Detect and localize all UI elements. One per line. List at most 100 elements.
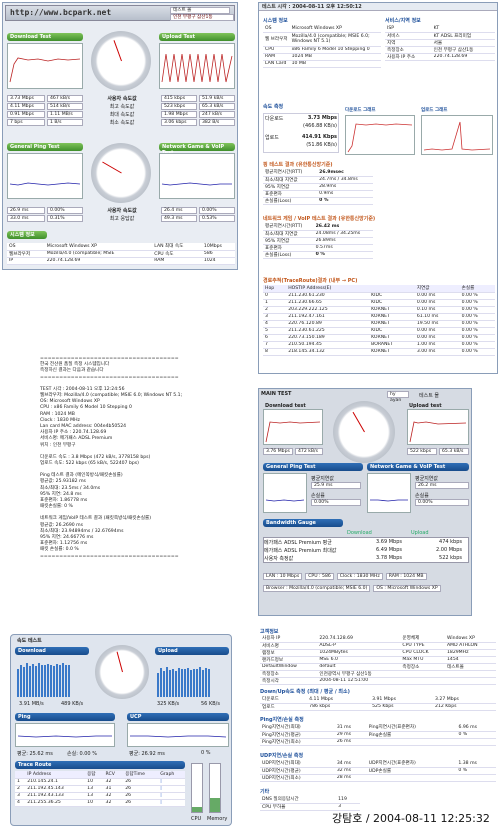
hop-n: 3 (263, 313, 287, 321)
hop-n: 0 (263, 292, 287, 300)
rs-ul-val: 414.91 Kbps (301, 134, 337, 140)
br-ping-v: 6.96 ms (456, 724, 496, 732)
hop-head-ip: HOSTIP Address(E) (286, 285, 370, 293)
bar (208, 669, 210, 697)
mr-sysbar: LAN : 10 Mbps CPU : 586 Clock : 1830 MHz… (263, 573, 469, 580)
br-ping-v: 26 ms (334, 738, 367, 746)
bl-upload-header: Upload (155, 647, 229, 655)
mr-ul-val: 522 kbps (407, 448, 437, 455)
br-sys-v: 1024MBytes (317, 649, 401, 657)
ri-place-label: 측정장소 (385, 46, 432, 54)
bar (35, 666, 37, 697)
browser-bar: http://www.bcpark.net 테스트 몰 인천 부평구 삼산1동 (5, 5, 235, 21)
rv-minmax: 24.08ms / 34.25ms (313, 230, 373, 238)
mr-os: OS : Microsoft Windows XP (373, 585, 441, 592)
tr-n: 3 (15, 792, 26, 800)
ri-svc: KT ADSL 프리미엄 (431, 32, 495, 40)
mr-dl-val: 3.76 Mbps (263, 448, 293, 455)
table-row: 6 220.73.150.189 KORNET 0.00 ms 0.00 % (263, 334, 495, 342)
upload-chart (159, 43, 235, 89)
tr-resp: 10 (85, 799, 104, 807)
mr-game-chart (367, 473, 411, 513)
hop-isp: KIDC (369, 299, 415, 307)
mr-ul-chart (407, 409, 469, 445)
br-sys-v: 2004-08-11 12:51:00 (317, 677, 401, 685)
rs-cpu-label: CPU (263, 46, 290, 54)
br-ping-v: 0 % (456, 731, 496, 739)
dl-max-label: 최고 속도값 (109, 104, 135, 110)
main-test-tab[interactable]: MAIN TEST (261, 391, 291, 397)
download-gauge (91, 31, 151, 91)
hop-title: 경로추적(TraceRoute)결과 (내부 → PC) (263, 278, 358, 284)
hop-isp: KORNET (369, 320, 415, 328)
tr-rcv: 31 (103, 785, 124, 793)
rs-cpu: x86 Family 6 Model 10 Stepping 0 (289, 46, 381, 54)
bar (181, 669, 183, 697)
table-row: 8 218.145.34.132 KORNET 3.00 ms 0.00 % (263, 348, 495, 356)
hop-ip: 211.230.61.230 (286, 292, 370, 300)
br-sys-k: 측정장소 (260, 670, 318, 678)
bar (193, 668, 195, 697)
bar (160, 668, 162, 697)
mr-dl-chart (263, 409, 323, 445)
ri-isp-label: ISP (385, 25, 432, 33)
sys-info-title: 시스템 정보 (263, 18, 288, 24)
bl-dl-left: 3.91 MB/s (19, 701, 44, 707)
bl-ucp-loss: 0 % (201, 750, 211, 756)
report-sys-table: OS Microsoft Windows XP 웹 브라우저 Mozilla/4.0… (263, 25, 381, 68)
report-panel-b: 고객정보 사용자 IP 220.74.128.69 운영체제 Windows XP 서… (256, 626, 498, 830)
br-sys-v: MSE 6.0 (317, 656, 401, 664)
ping-chart (7, 153, 83, 199)
hop-n: 2 (263, 306, 287, 314)
hop-delay: 19.50 ms (414, 320, 460, 328)
dl-peak-mbps: 0.91 Mbps (7, 111, 45, 118)
bw-user-label: 사용자 측정값 (264, 555, 294, 562)
tr-n: 1 (15, 778, 26, 786)
dl-user-label: 사용자 속도값 (107, 96, 137, 102)
rp-rtt: 26.9msec (317, 169, 373, 177)
rs-voip-table: 평균지연시간(RTT) 26.42 ms 최소/최대 지연값 24.08ms / 3… (263, 223, 373, 259)
tab-test-mall[interactable]: 테스트 몰 (170, 7, 230, 14)
bar (68, 664, 70, 697)
ping-max-loss: 0.31% (47, 215, 83, 222)
hop-isp: KORNET (369, 334, 415, 342)
mr-game-header: Network Game & VoIP Test (367, 463, 469, 471)
bl-ping-chart (15, 723, 115, 747)
speed-box: 다운로드 3.73 Mbps (466.88 KB/s) 업로드 414.91 Kb… (263, 113, 339, 153)
hop-head-loss: 손실률 (459, 285, 495, 293)
bl-gauge-needle (116, 651, 123, 673)
tr-time: 26 (123, 792, 159, 800)
bw-max-ul: 2.00 Mbps (436, 547, 462, 553)
ul-peak-kbs: 247 kB/s (199, 111, 235, 118)
rs-ul-sub: (51.86 KB/s) (306, 142, 337, 148)
bar (65, 665, 67, 697)
tr-head-resp: 응답 (85, 771, 104, 779)
bar (157, 673, 159, 697)
rv-95-label: 95% 지연값 (263, 237, 314, 245)
ping-values: 26.9 ms 0.00% 사용자 속도값 26.4 ms 0.00% 33.0 ms 0… (7, 207, 237, 222)
mr-ul-val2: 65.3 kB/s (439, 448, 469, 455)
rv-loss-label: 손실률(Loss) (263, 251, 314, 259)
rs-ul-chart (421, 115, 493, 155)
hop-isp: KORNET (369, 306, 415, 314)
br-sys-k: Max MTU (400, 656, 445, 664)
isp-select[interactable]: hy ayan (387, 391, 409, 403)
br-udp-v: 0 % (456, 767, 496, 775)
bar (169, 669, 171, 697)
hop-isp: KORNET (369, 348, 415, 356)
hop-loss: 0.00 % (459, 292, 495, 300)
br-sys-v: default (317, 663, 401, 671)
tr-time: 26 (123, 778, 159, 786)
hop-n: 8 (263, 348, 287, 356)
cpu-meter (191, 763, 203, 813)
download-chart (7, 43, 83, 89)
mr-gauge-needle (352, 411, 365, 433)
bar (56, 664, 58, 697)
tr-graph: | (158, 799, 185, 807)
ping-gauge (91, 143, 151, 203)
table-row: 0 211.230.61.230 KIDC 0.00 ms 0.00 % (263, 292, 495, 300)
hop-delay: 0.00 ms (414, 327, 460, 335)
hop-delay: 0.10 ms (414, 306, 460, 314)
br-ping-k: Ping지연시간(최대) (260, 724, 335, 732)
report-title: 테스트 시각 : 2004-08-11 오후 12:50:12 (259, 3, 497, 11)
